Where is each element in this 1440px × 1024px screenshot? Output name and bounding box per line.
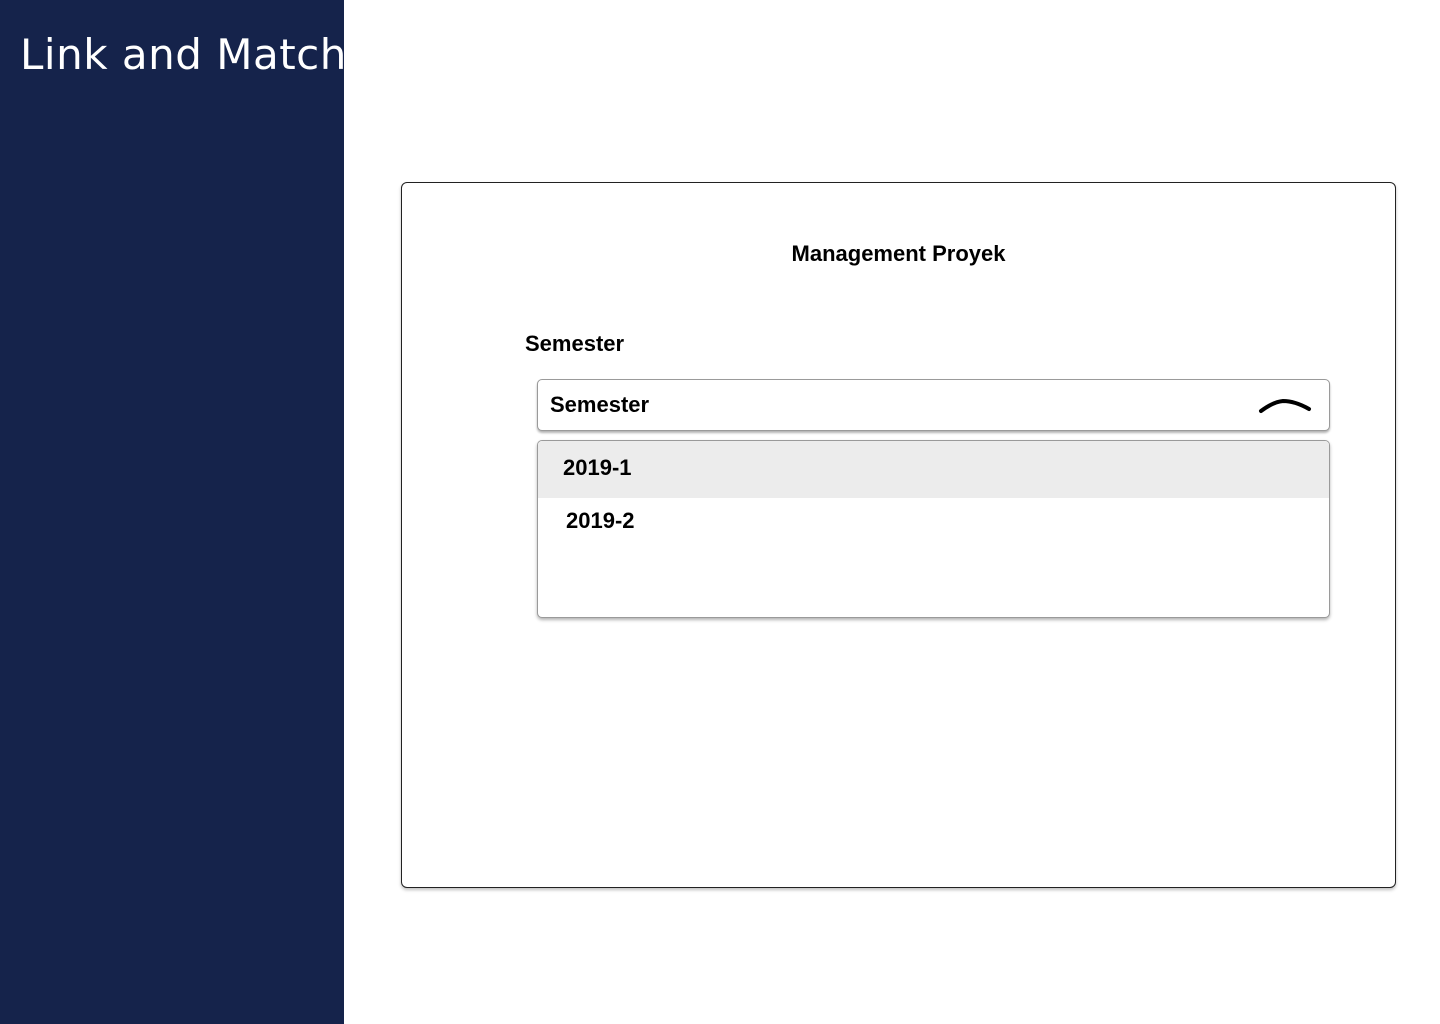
sidebar: Link and Match bbox=[0, 0, 347, 1024]
option-label: 2019-2 bbox=[566, 508, 635, 533]
semester-option-2019-1[interactable]: 2019-1 bbox=[538, 441, 1329, 498]
option-label: 2019-1 bbox=[563, 455, 632, 480]
chevron-up-icon[interactable] bbox=[1257, 392, 1313, 416]
project-management-card: Management Proyek Semester Semester 2019… bbox=[401, 182, 1396, 888]
semester-select[interactable]: Semester bbox=[537, 379, 1330, 431]
semester-field-label: Semester bbox=[525, 331, 625, 356]
semester-option-2019-2[interactable]: 2019-2 bbox=[538, 498, 1329, 555]
page-title: Management Proyek bbox=[791, 241, 1006, 266]
semester-dropdown-list: 2019-1 2019-2 bbox=[537, 440, 1330, 618]
app-title: Link and Match bbox=[20, 30, 347, 79]
semester-select-value: Semester bbox=[550, 392, 650, 417]
